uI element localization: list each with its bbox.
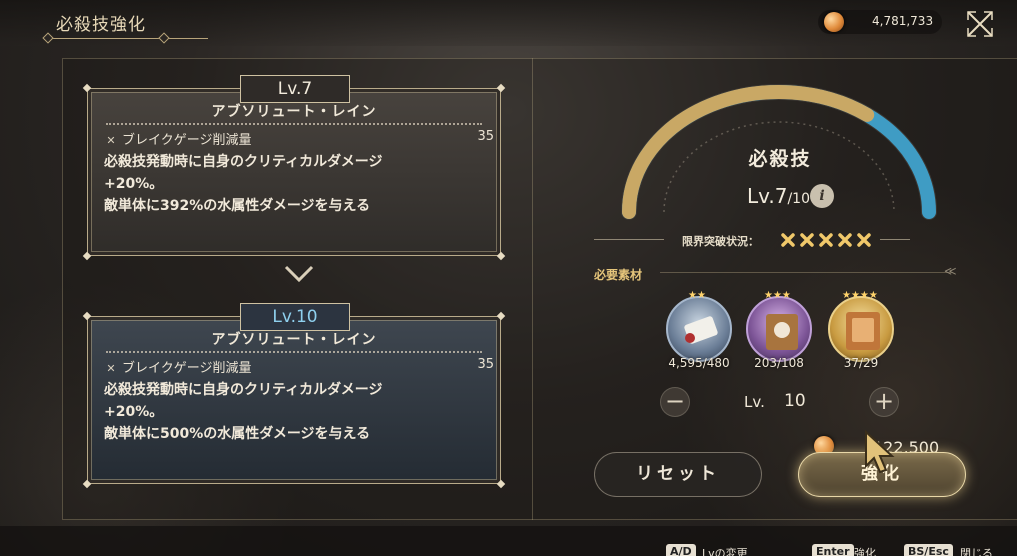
break-gauge-icon: ✕ [106,362,116,375]
desc-line: 敵単体に392%の水属性ダメージを与える [104,198,371,214]
material-slot-1[interactable]: ★★ [666,290,732,362]
coin-icon [824,12,844,32]
desc-line: 必殺技発動時に自身のクリティカルダメージ [104,382,383,398]
key-hint-esc: BS/Esc [904,544,953,556]
key-hint-label: 強化 [854,547,876,556]
current-skill-card: Lv.7 アブソリュート・レイン ✕ ブレイクゲージ削減量 35 必殺技発動時に自… [82,75,506,261]
currency-display: 4,781,733 [818,10,942,34]
stepper-label: Lv. [744,393,765,411]
header-bar: 必殺技強化 4,781,733 [0,0,1017,46]
key-hint-label: 閉じる [960,547,993,556]
page-title: 必殺技強化 [56,15,146,35]
star-rating: ★★★ [764,290,791,301]
tome-material-icon [766,314,798,350]
limit-break-row: 限界突破状況： [594,230,910,250]
preview-skill-card: Lv.10 アブソリュート・レイン ✕ ブレイクゲージ削減量 35 必殺技発動時に… [82,303,506,489]
stat-row: ✕ ブレイクゲージ削減量 35 [104,357,498,376]
break-gauge-icon: ✕ [106,134,116,147]
materials-label: 必要素材 [594,268,643,282]
stat-label: ブレイクゲージ削減量 [122,133,252,148]
gauge-level: Lv.7/10 [700,184,810,208]
stepper-value: 10 [784,391,806,411]
material-count: 4,595/480 [668,356,730,370]
currency-value: 4,781,733 [872,14,934,28]
limit-break-mark-icon [781,233,795,247]
gauge-title: 必殺技 [748,148,812,170]
stat-value: 35 [477,129,494,144]
desc-line: +20%。 [104,176,164,192]
materials-divider [660,272,952,273]
reset-button[interactable]: リセット [594,452,762,497]
info-button[interactable]: i [810,184,834,208]
limit-break-label: 限界突破状況： [682,235,759,248]
scroll-material-icon [684,316,718,344]
material-count: 37/29 [843,356,879,370]
material-slot-2[interactable]: ★★★ [746,290,812,362]
desc-line: 必殺技発動時に自身のクリティカルダメージ [104,154,383,170]
increase-level-button[interactable]: + [869,387,899,417]
dotted-separator [106,123,482,125]
dotted-separator [106,351,482,353]
skill-name: アブソリュート・レイン [211,104,377,120]
desc-line: 敵単体に500%の水属性ダメージを与える [104,426,371,442]
panel-divider [532,58,533,520]
title-ornament [42,32,54,44]
limit-break-mark-icon [800,233,814,247]
close-icon [967,11,993,37]
limit-break-mark-icon [857,233,871,247]
key-hint-enter: Enter [812,544,854,556]
decrease-level-button[interactable]: − [660,387,690,417]
skill-description: 必殺技発動時に自身のクリティカルダメージ +20%。 敵単体に392%の水属性ダ… [104,151,494,217]
key-hint-label: Lvの変更 [702,547,748,556]
limit-break-mark-icon [838,233,852,247]
limit-break-mark-icon [819,233,833,247]
title-underline [48,38,208,39]
material-slot-3[interactable]: ★★★★ [828,290,894,362]
skill-description: 必殺技発動時に自身のクリティカルダメージ +20%。 敵単体に500%の水属性ダ… [104,379,494,445]
double-chevron-left-icon: ≪ [944,264,957,278]
star-rating: ★★★★ [842,290,878,301]
chevron-down-icon [284,265,314,283]
skill-name: アブソリュート・レイン [211,332,377,348]
gauge-max-level: /10 [787,191,810,207]
gauge-current-level: Lv.7 [746,184,788,208]
limit-break-line [594,239,664,240]
star-rating: ★★ [688,290,706,301]
grimoire-material-icon [846,312,880,350]
key-hint-ad: A/D [666,544,696,556]
desc-line: +20%。 [104,404,164,420]
material-count: 203/108 [754,356,804,370]
stat-label: ブレイクゲージ削減量 [122,361,252,376]
current-level-tab: Lv.7 [240,75,350,103]
preview-level-tab: Lv.10 [240,303,350,331]
stat-value: 35 [477,357,494,372]
close-button[interactable] [962,6,998,42]
cursor-pointer-icon [865,430,895,474]
stat-row: ✕ ブレイクゲージ削減量 35 [104,129,498,148]
title-ornament [158,32,170,44]
limit-break-line [880,239,910,240]
